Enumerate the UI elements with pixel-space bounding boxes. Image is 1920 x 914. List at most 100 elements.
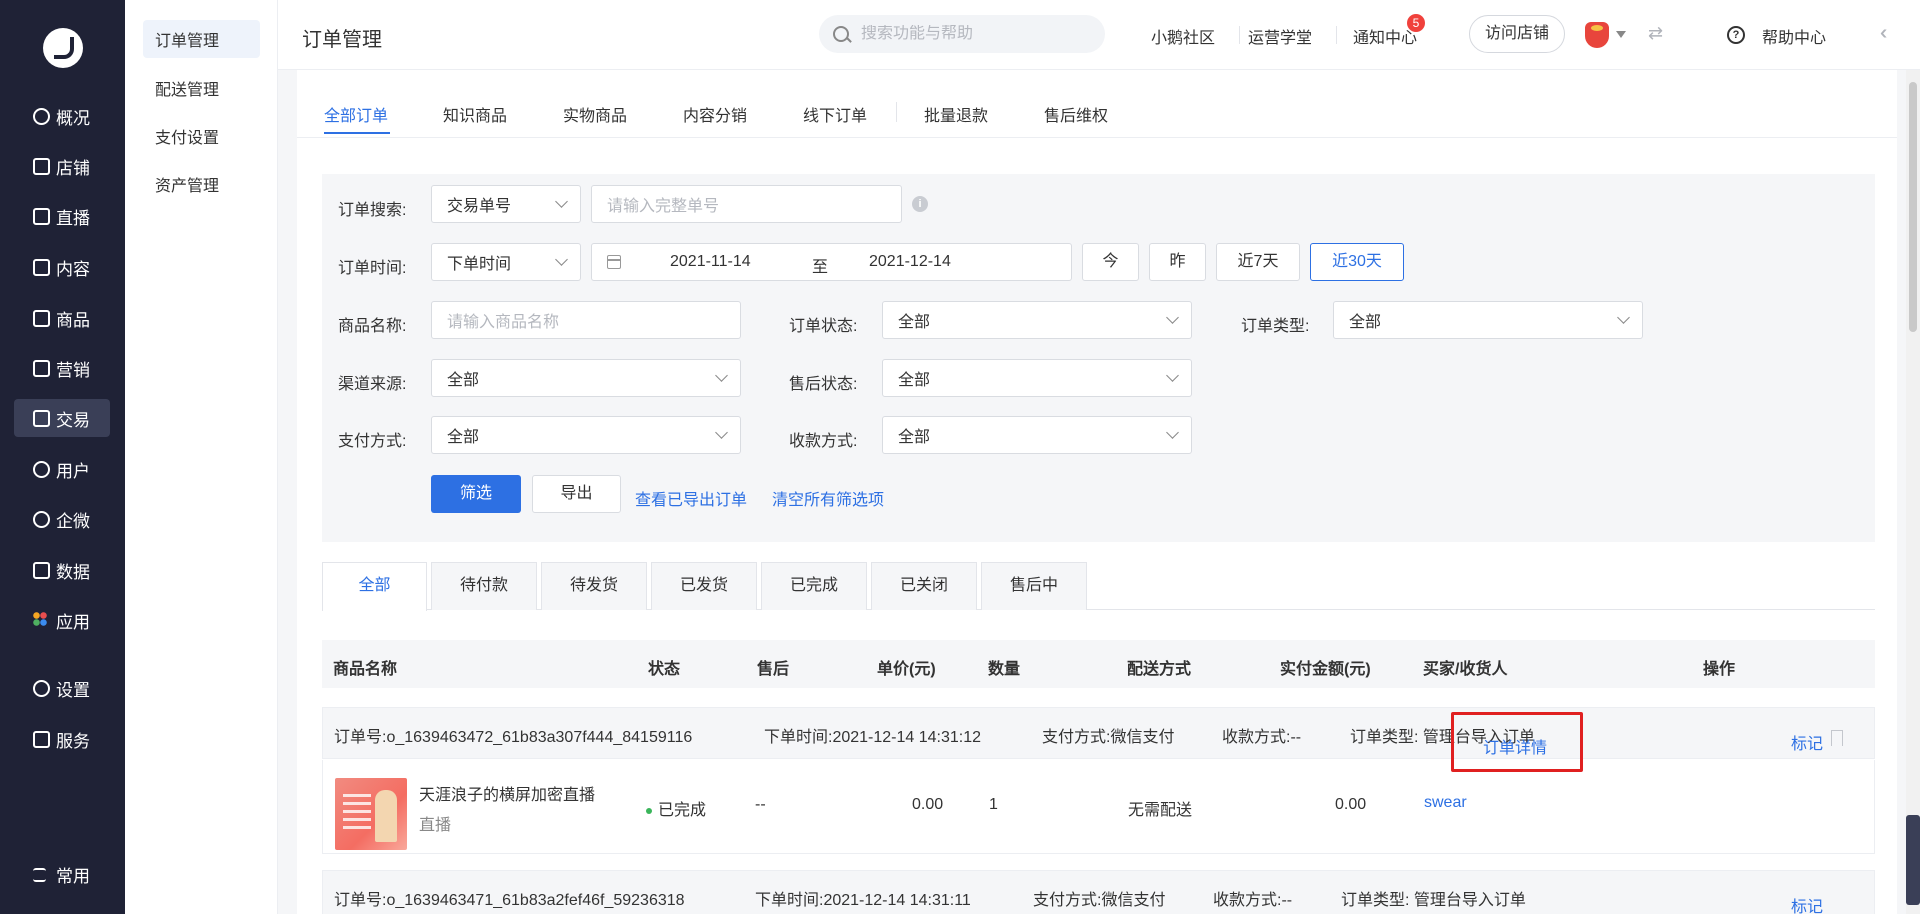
date-end[interactable]: 2021-12-14 xyxy=(869,253,951,271)
search-input[interactable] xyxy=(861,25,1081,43)
column-header-paid-amount: 实付金额(元) xyxy=(1280,661,1371,678)
view-exported-link[interactable]: 查看已导出订单 xyxy=(635,486,747,510)
status-tab-pending-payment[interactable]: 待付款 xyxy=(431,562,537,610)
product-name-input[interactable]: 请输入商品名称 xyxy=(431,301,741,339)
sidebar-item-store[interactable]: 店铺 xyxy=(14,147,110,185)
buyer-link[interactable]: swear xyxy=(1424,794,1467,812)
aftersale-status-select[interactable]: 全部 xyxy=(882,359,1192,397)
export-button[interactable]: 导出 xyxy=(532,475,621,513)
clear-filters-link[interactable]: 清空所有筛选项 xyxy=(772,486,884,510)
status-tab-after-sales[interactable]: 售后中 xyxy=(981,562,1087,610)
header-divider xyxy=(1336,26,1337,44)
product-thumbnail[interactable] xyxy=(335,778,407,850)
sidebar-item-live[interactable]: 直播 xyxy=(14,197,110,235)
sidebar-item-trade[interactable]: 交易 xyxy=(14,399,110,437)
time-type-select[interactable]: 下单时间 xyxy=(431,243,581,281)
sidebar-item-settings[interactable]: 设置 xyxy=(14,669,110,707)
tab-after-sales[interactable]: 售后维权 xyxy=(1044,102,1108,126)
collapse-icon[interactable]: ‹‹ xyxy=(1880,22,1889,45)
channel-source-select[interactable]: 全部 xyxy=(431,359,741,397)
side-widget[interactable] xyxy=(1906,815,1920,905)
subnav-item-delivery-management[interactable]: 配送管理 xyxy=(143,69,260,107)
time-type-value: 下单时间 xyxy=(447,256,512,273)
column-header-unit-price: 单价(元) xyxy=(877,661,936,678)
scrollbar[interactable] xyxy=(1906,70,1920,914)
chevron-down-icon xyxy=(1166,426,1179,439)
order-type-select[interactable]: 全部 xyxy=(1333,301,1643,339)
order-detail-link[interactable]: 订单详情 xyxy=(1483,734,1547,758)
info-icon[interactable]: i xyxy=(912,196,928,212)
dashboard-icon xyxy=(32,107,50,125)
order-info-bar: 订单号:o_1639463472_61b83a307f444_84159116 … xyxy=(322,707,1875,759)
mark-link[interactable]: 标记 xyxy=(1791,730,1823,754)
last-7-days-button[interactable]: 近7天 xyxy=(1216,243,1300,281)
sidebar-item-label: 营销 xyxy=(56,360,90,380)
subnav-item-order-management[interactable]: 订单管理 xyxy=(143,20,260,58)
academy-link[interactable]: 运营学堂 xyxy=(1248,24,1312,48)
avatar[interactable] xyxy=(1585,22,1609,48)
search-bar[interactable] xyxy=(819,15,1105,53)
sidebar-item-common[interactable]: 常用 xyxy=(14,855,110,893)
sidebar-item-overview[interactable]: 概况 xyxy=(14,97,110,135)
sidebar-item-marketing[interactable]: 营销 xyxy=(14,349,110,387)
unit-price: 0.00 xyxy=(912,796,944,813)
trade-icon xyxy=(32,409,50,427)
search-type-select[interactable]: 交易单号 xyxy=(431,185,581,223)
order-status-select[interactable]: 全部 xyxy=(882,301,1192,339)
sidebar-item-user[interactable]: 用户 xyxy=(14,450,110,488)
status-tab-completed[interactable]: 已完成 xyxy=(761,562,867,610)
chevron-down-icon xyxy=(715,426,728,439)
community-link[interactable]: 小鹅社区 xyxy=(1151,24,1215,48)
order-type: 订单类型: 管理台导入订单 xyxy=(1341,892,1526,909)
tab-batch-refund[interactable]: 批量退款 xyxy=(924,102,988,126)
chevron-down-icon[interactable] xyxy=(1616,31,1626,38)
subnav-item-payment-settings[interactable]: 支付设置 xyxy=(143,117,260,155)
visit-store-button[interactable]: 访问店铺 xyxy=(1469,15,1565,53)
swap-icon[interactable]: ⇄ xyxy=(1648,24,1666,42)
wecom-icon xyxy=(32,510,50,528)
product-type: 直播 xyxy=(419,817,452,834)
tab-knowledge-products[interactable]: 知识商品 xyxy=(443,102,507,126)
status-tab-all[interactable]: 全部 xyxy=(322,562,427,611)
column-header-delivery: 配送方式 xyxy=(1127,661,1192,678)
subnav-item-asset-management[interactable]: 资产管理 xyxy=(143,165,260,203)
today-button[interactable]: 今 xyxy=(1082,243,1139,281)
sidebar-item-data[interactable]: 数据 xyxy=(14,551,110,589)
chevron-down-icon xyxy=(715,369,728,382)
product-icon xyxy=(32,309,50,327)
order-status-text: 已完成 xyxy=(658,802,707,819)
date-range-picker[interactable]: 2021-11-14 至 2021-12-14 xyxy=(591,243,1072,281)
sidebar-item-service[interactable]: 服务 xyxy=(14,720,110,758)
table-header: 商品名称 状态 售后 单价(元) 数量 配送方式 实付金额(元) 买家/收货人 … xyxy=(322,640,1875,688)
date-start[interactable]: 2021-11-14 xyxy=(670,253,751,271)
payment-method-select[interactable]: 全部 xyxy=(431,416,741,454)
mark-link[interactable]: 标记 xyxy=(1791,893,1823,914)
product-name[interactable]: 天涯浪子的横屏加密直播 xyxy=(419,781,595,805)
tab-offline-orders[interactable]: 线下订单 xyxy=(803,102,867,126)
status-tab-pending-shipment[interactable]: 待发货 xyxy=(541,562,647,610)
order-number-input[interactable]: 请输入完整单号 xyxy=(591,185,902,223)
sidebar-item-wecom[interactable]: 企微 xyxy=(14,500,110,538)
order-time: 下单时间:2021-12-14 14:31:12 xyxy=(764,729,982,746)
tab-physical-products[interactable]: 实物商品 xyxy=(563,102,627,126)
last-30-days-button[interactable]: 近30天 xyxy=(1310,243,1404,281)
help-center-link[interactable]: 帮助中心 xyxy=(1762,24,1826,48)
status-tab-closed[interactable]: 已关闭 xyxy=(871,562,977,610)
scrollbar-thumb[interactable] xyxy=(1909,82,1917,332)
main-content: 全部订单 知识商品 实物商品 内容分销 线下订单 批量退款 售后维权 订单搜索:… xyxy=(297,70,1897,914)
collection-method-select[interactable]: 全部 xyxy=(882,416,1192,454)
sidebar-item-content[interactable]: 内容 xyxy=(14,248,110,286)
tab-all-orders[interactable]: 全部订单 xyxy=(324,102,388,126)
page-title: 订单管理 xyxy=(302,29,382,51)
sidebar-item-product[interactable]: 商品 xyxy=(14,299,110,337)
yesterday-button[interactable]: 昨 xyxy=(1149,243,1206,281)
filter-button[interactable]: 筛选 xyxy=(431,475,521,513)
sidebar-item-apps[interactable]: 应用 xyxy=(14,601,110,639)
app-logo[interactable] xyxy=(43,28,83,68)
sidebar-item-label: 常用 xyxy=(56,866,90,886)
order-payment-method: 支付方式:微信支付 xyxy=(1033,892,1166,909)
channel-source-label: 渠道来源: xyxy=(338,376,407,393)
tab-content-distribution[interactable]: 内容分销 xyxy=(683,102,747,126)
bookmark-icon[interactable] xyxy=(1831,730,1843,746)
status-tab-shipped[interactable]: 已发货 xyxy=(651,562,757,610)
